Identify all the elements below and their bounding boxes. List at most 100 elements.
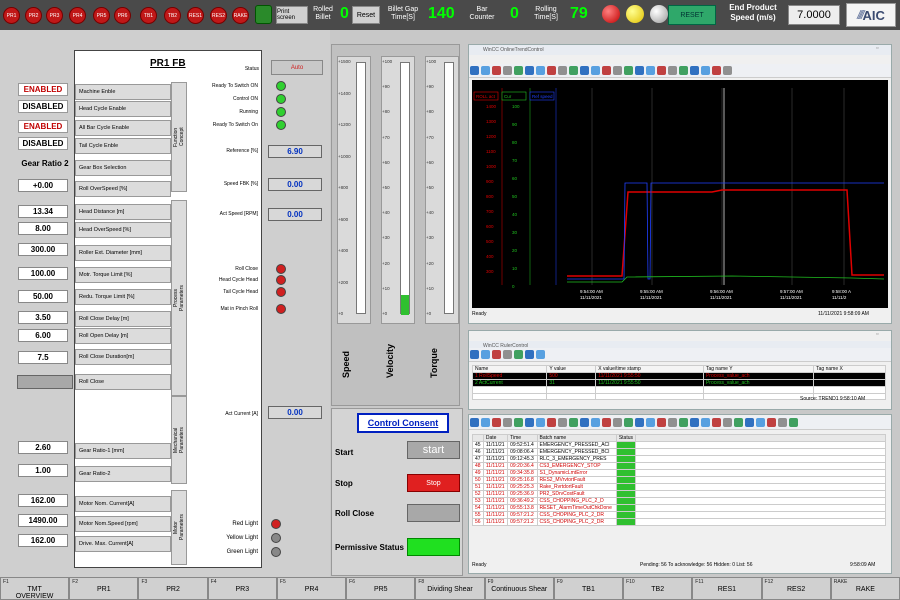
- toolbar-icon-5[interactable]: [525, 418, 534, 427]
- fkey-continuous-shear[interactable]: F9 Continuous Shear: [484, 577, 554, 600]
- gear-ratio-field-0[interactable]: 2.60: [18, 441, 68, 454]
- alarm-button-pr4[interactable]: PR4: [69, 7, 86, 24]
- toolbar-icon-26[interactable]: [756, 418, 765, 427]
- param-field-1[interactable]: 13.34: [18, 205, 68, 218]
- alarm-button-tb2[interactable]: TB2: [164, 7, 181, 24]
- ruler-header-4[interactable]: Tag name X: [813, 365, 886, 373]
- fkey-pr5[interactable]: F6 PR5: [346, 577, 416, 600]
- motor-field-0[interactable]: 162.00: [18, 494, 68, 507]
- toolbar-icon-1[interactable]: [481, 66, 490, 75]
- table-row[interactable]: 49 11/11/21 09:34:35.8 S1_DynamicLmtError: [472, 469, 886, 477]
- toolbar-icon-10[interactable]: [580, 66, 589, 75]
- toolbar-icon-15[interactable]: [635, 418, 644, 427]
- toolbar-icon-6[interactable]: [536, 66, 545, 75]
- toolbar-icon-3[interactable]: [503, 418, 512, 427]
- motor-field-1[interactable]: 1490.00: [18, 514, 68, 527]
- toolbar-icon-17[interactable]: [657, 418, 666, 427]
- toolbar-icon-11[interactable]: [591, 66, 600, 75]
- toolbar-icon-21[interactable]: [701, 418, 710, 427]
- toolbar-icon-28[interactable]: [778, 418, 787, 427]
- alarm-button-res2[interactable]: RES2: [210, 7, 227, 24]
- toolbar-icon-25[interactable]: [745, 418, 754, 427]
- param-field-7[interactable]: 6.00: [18, 329, 68, 342]
- stop-button[interactable]: Stop: [407, 474, 460, 492]
- toolbar-icon-9[interactable]: [569, 66, 578, 75]
- table-row[interactable]: 45 11/11/21 09:52:51.4 EMERGENCY_PRESSED_AC…: [472, 441, 886, 449]
- trend-close-icon[interactable]: ▫: [876, 45, 878, 52]
- alarm-button-pr1[interactable]: PR1: [3, 7, 20, 24]
- status-indicator-green[interactable]: [255, 5, 272, 24]
- toolbar-icon-20[interactable]: [690, 418, 699, 427]
- table-row[interactable]: 52 11/11/21 09:25:36.9 PR2_SDrvCostFault: [472, 490, 886, 498]
- alarm-button-pr5[interactable]: PR5: [93, 7, 110, 24]
- toolbar-icon-15[interactable]: [635, 66, 644, 75]
- table-row[interactable]: 56 11/11/21 09:57:21.2 CSS_CHOPING_PLC_2_DR: [472, 518, 886, 526]
- toolbar-icon-0[interactable]: [470, 66, 479, 75]
- toolbar-icon-14[interactable]: [624, 418, 633, 427]
- table-row[interactable]: 50 11/11/21 09:25:16.8 RES2_MVrvtortFault: [472, 476, 886, 484]
- toolbar-icon-19[interactable]: [679, 418, 688, 427]
- alarm-button-pr3[interactable]: PR3: [46, 7, 63, 24]
- param-field-4[interactable]: 100.00: [18, 267, 68, 280]
- param-field-0[interactable]: +0.00: [18, 179, 68, 192]
- alarm-button-tb1[interactable]: TB1: [140, 7, 157, 24]
- fkey-pr4[interactable]: F5 PR4: [276, 577, 347, 600]
- table-row[interactable]: 53 11/11/21 09:36:49.2 CSS_CHOPPING_PLC_2_D: [472, 497, 886, 505]
- roll-close-consent-button[interactable]: [407, 504, 460, 522]
- toolbar-icon-0[interactable]: [470, 350, 479, 359]
- table-row[interactable]: 54 11/11/21 09:55:13.8 RESET_AlarmTimeOutCh…: [472, 504, 886, 512]
- alarm-button-res1[interactable]: RES1: [187, 7, 204, 24]
- toolbar-icon-19[interactable]: [679, 66, 688, 75]
- fkey-pr1[interactable]: F2 PR1: [69, 577, 139, 600]
- toolbar-icon-14[interactable]: [624, 66, 633, 75]
- alarm-header-1[interactable]: Date: [482, 434, 509, 442]
- toolbar-icon-1[interactable]: [481, 418, 490, 427]
- alarm-header-4[interactable]: Status: [615, 434, 637, 442]
- fkey-res2[interactable]: F12 RES2: [761, 577, 831, 600]
- fkey-tb1[interactable]: F9 TB1: [553, 577, 624, 600]
- alarm-header-0[interactable]: [472, 434, 484, 442]
- toolbar-icon-10[interactable]: [580, 418, 589, 427]
- toolbar-icon-7[interactable]: [547, 418, 556, 427]
- toolbar-icon-23[interactable]: [723, 418, 732, 427]
- table-row[interactable]: 55 11/11/21 09:57:21.2 CSS_CHOPING_PLC_2_DR: [472, 511, 886, 519]
- param-field-2[interactable]: 8.00: [18, 222, 68, 235]
- fkey-tmt-overview[interactable]: F1 TMT OVERVIEW: [0, 577, 70, 600]
- toolbar-icon-21[interactable]: [701, 66, 710, 75]
- motor-field-2[interactable]: 162.00: [18, 534, 68, 547]
- fkey-rake[interactable]: RAKE RAKE: [830, 577, 900, 600]
- toolbar-icon-9[interactable]: [569, 418, 578, 427]
- toolbar-icon-13[interactable]: [613, 66, 622, 75]
- fkey-dividing-shear[interactable]: F8 Dividing Shear: [415, 577, 485, 600]
- toolbar-icon-24[interactable]: [734, 418, 743, 427]
- toolbar-icon-18[interactable]: [668, 418, 677, 427]
- toolbar-icon-20[interactable]: [690, 66, 699, 75]
- toolbar-icon-17[interactable]: [657, 66, 666, 75]
- toolbar-icon-23[interactable]: [723, 66, 732, 75]
- ruler-header-3[interactable]: Tag name Y: [702, 365, 815, 373]
- ruler-header-1[interactable]: Y value: [546, 365, 597, 373]
- toolbar-icon-6[interactable]: [536, 350, 545, 359]
- alarm-button-rake[interactable]: RAKE: [232, 7, 249, 24]
- toolbar-icon-1[interactable]: [481, 350, 490, 359]
- alarm-button-pr2[interactable]: PR2: [25, 7, 42, 24]
- toolbar-icon-2[interactable]: [492, 418, 501, 427]
- toolbar-icon-22[interactable]: [712, 66, 721, 75]
- table-row[interactable]: 2 ActCurrent 31 11/11/2021 9:55:50 Process_…: [471, 379, 886, 387]
- toolbar-icon-5[interactable]: [525, 66, 534, 75]
- toolbar-icon-18[interactable]: [668, 66, 677, 75]
- toolbar-icon-3[interactable]: [503, 66, 512, 75]
- toolbar-icon-0[interactable]: [470, 418, 479, 427]
- toolbar-icon-12[interactable]: [602, 418, 611, 427]
- roll-close-button[interactable]: [17, 375, 73, 389]
- ruler-header-2[interactable]: X value/time stamp: [595, 365, 704, 373]
- toolbar-icon-29[interactable]: [789, 418, 798, 427]
- param-field-6[interactable]: 3.50: [18, 311, 68, 324]
- table-row[interactable]: 1 RollSpeed 500 11/11/2021 9:55:50 Process_…: [471, 372, 886, 380]
- toolbar-icon-5[interactable]: [525, 350, 534, 359]
- reset-green-button[interactable]: RESET: [668, 5, 716, 25]
- start-button[interactable]: start: [407, 441, 460, 459]
- toolbar-icon-2[interactable]: [492, 66, 501, 75]
- alarm-header-2[interactable]: Time: [507, 434, 538, 442]
- table-row[interactable]: 48 11/11/21 09:20:36.4 CS3_EMERGENCY_STOP: [472, 462, 886, 470]
